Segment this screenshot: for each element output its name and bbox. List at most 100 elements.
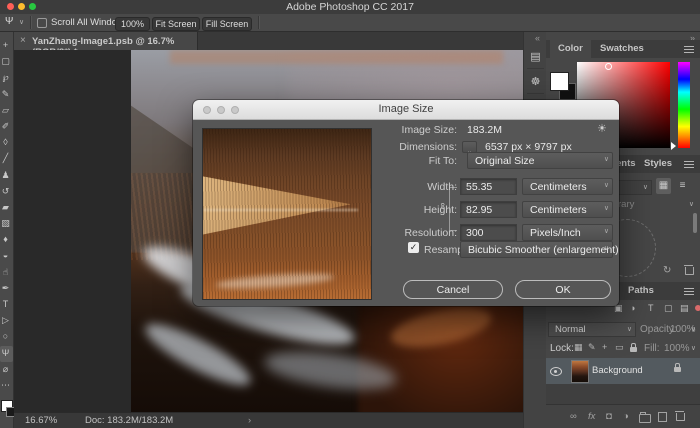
adjustment-layer-icon[interactable]: ◑ (623, 411, 629, 422)
marquee-tool-icon[interactable]: ▢ (0, 54, 13, 70)
type-tool-icon[interactable]: T (0, 297, 13, 313)
expand-dock-icon[interactable]: « (535, 33, 540, 43)
pen-tool-icon[interactable]: ✒ (0, 281, 13, 297)
width-label: Width: (347, 181, 457, 193)
tab-color[interactable]: Color (550, 40, 591, 58)
fill-value[interactable]: 100% (664, 343, 690, 355)
list-view-button[interactable]: ≡ (675, 178, 690, 194)
hand-tool-icon[interactable]: Ψ (0, 346, 13, 362)
layer-thumbnail[interactable] (571, 360, 589, 383)
dialog-titlebar[interactable]: Image Size (193, 100, 619, 120)
new-group-icon[interactable] (639, 414, 651, 423)
filter-smart-objects-icon[interactable]: ▤ (680, 303, 689, 314)
cancel-button[interactable]: Cancel (403, 280, 503, 299)
fit-to-dropdown[interactable]: Original Size ∨ (467, 152, 613, 169)
hue-slider-handle[interactable] (671, 142, 676, 150)
panel-menu-icon[interactable] (684, 161, 694, 168)
chevron-down-icon: ∨ (691, 345, 696, 353)
blend-mode-row: Normal ∨ Opacity: 100% ∨ (546, 322, 700, 338)
dimensions-label: Dimensions: (347, 141, 457, 153)
lock-position-icon[interactable]: + (602, 342, 607, 352)
history-brush-tool-icon[interactable]: ↺ (0, 184, 13, 200)
lock-pixels-icon[interactable]: ✎ (588, 342, 596, 353)
blend-mode-value: Normal (555, 324, 586, 335)
lock-row: Lock: ▦ ✎ + ▭ Fill: 100% ∨ (546, 342, 700, 356)
dodge-tool-icon[interactable]: ◒ (0, 248, 13, 264)
smudge-tool-icon[interactable]: ☝ (0, 265, 13, 281)
height-field[interactable]: 82.95 (460, 201, 517, 218)
zoom-tool-icon[interactable]: ⌀ (0, 362, 13, 378)
zoom-level-field[interactable]: 16.67% (25, 415, 57, 426)
filter-toggle-icon[interactable] (695, 305, 700, 311)
height-unit-dropdown[interactable]: Centimeters ∨ (522, 201, 613, 218)
photoshop-window: Adobe Photoshop CC 2017 Ψ ∨ Scroll All W… (0, 0, 700, 428)
quick-selection-tool-icon[interactable]: ✎ (0, 87, 13, 103)
zoom-100-button[interactable]: 100% (115, 17, 150, 31)
delete-layer-icon[interactable] (676, 413, 685, 421)
edit-toolbar-icon[interactable]: ⋯ (0, 378, 13, 394)
resample-dropdown[interactable]: Bicubic Smoother (enlargement) ∨ (460, 241, 613, 258)
lasso-tool-icon[interactable]: ℘ (0, 70, 13, 86)
color-marker[interactable] (605, 63, 612, 70)
eraser-tool-icon[interactable]: ▰ (0, 200, 13, 216)
resolution-field[interactable]: 300 (460, 224, 517, 241)
chevron-down-icon: ∨ (604, 205, 609, 213)
status-more-chevron-icon[interactable]: › (248, 415, 251, 426)
ok-button[interactable]: OK (515, 280, 611, 299)
healing-brush-tool-icon[interactable]: ◊ (0, 135, 13, 151)
resolution-value: 300 (466, 227, 484, 239)
filter-shape-layers-icon[interactable]: ▢ (664, 303, 673, 314)
document-tab[interactable]: × YanZhang-Image1.psb @ 16.7% (RGB/8*) * (14, 32, 198, 50)
path-selection-tool-icon[interactable]: ▷ (0, 313, 13, 329)
brush-tool-icon[interactable]: ╱ (0, 151, 13, 167)
divider (30, 16, 32, 29)
clone-stamp-tool-icon[interactable]: ♟ (0, 168, 13, 184)
visibility-eye-icon[interactable] (550, 367, 562, 376)
layer-mask-icon[interactable]: ◘ (606, 411, 612, 422)
lock-all-icon[interactable] (630, 347, 637, 352)
chevron-down-icon[interactable]: ∨ (19, 18, 24, 26)
height-label: Height: (347, 204, 457, 216)
shape-tool-icon[interactable]: ○ (0, 329, 13, 345)
resolution-unit-dropdown[interactable]: Pixels/Inch ∨ (522, 224, 613, 241)
navigator-panel-icon[interactable]: ☸ (527, 71, 544, 94)
grid-view-button[interactable]: ▦ (656, 178, 671, 194)
new-layer-icon[interactable] (658, 412, 667, 422)
lock-transparency-icon[interactable]: ▦ (574, 342, 583, 353)
width-field[interactable]: 55.35 (460, 178, 517, 195)
chevron-down-icon: ∨ (691, 326, 696, 334)
hue-slider[interactable] (678, 62, 690, 148)
lock-artboard-icon[interactable]: ▭ (615, 342, 624, 353)
close-tab-icon[interactable]: × (20, 35, 26, 46)
foreground-color-swatch[interactable] (550, 72, 569, 91)
tab-styles[interactable]: Styles (640, 155, 676, 173)
panel-menu-icon[interactable] (684, 288, 694, 295)
eyedropper-tool-icon[interactable]: ✐ (0, 119, 13, 135)
scrollbar-thumb[interactable] (693, 213, 697, 233)
sync-icon[interactable]: ↻ (663, 265, 671, 276)
link-layers-icon[interactable]: ∞ (570, 411, 577, 422)
resolution-unit-value: Pixels/Inch (530, 227, 581, 239)
fit-screen-button[interactable]: Fit Screen (152, 17, 200, 31)
history-panel-icon[interactable]: ▤ (527, 46, 544, 69)
color-panel-tabs: Color Swatches (546, 40, 700, 58)
tab-paths[interactable]: Paths (622, 282, 660, 300)
tab-swatches[interactable]: Swatches (592, 40, 652, 58)
panel-menu-icon[interactable] (684, 46, 694, 53)
move-tool-icon[interactable]: + (0, 38, 13, 54)
crop-tool-icon[interactable]: ▱ (0, 103, 13, 119)
scroll-all-windows-checkbox[interactable] (37, 18, 47, 28)
fill-screen-button[interactable]: Fill Screen (202, 17, 252, 31)
blur-tool-icon[interactable]: ♦ (0, 232, 13, 248)
resample-checkbox[interactable]: ✓ (408, 242, 419, 253)
layer-row-background[interactable]: Background (546, 358, 700, 384)
blend-mode-dropdown[interactable]: Normal ∨ (548, 322, 636, 337)
delete-icon[interactable] (685, 267, 694, 275)
filter-adjustment-layers-icon[interactable]: ◑ (630, 303, 635, 313)
gear-icon[interactable]: ☀ (597, 122, 607, 135)
gradient-tool-icon[interactable]: ▧ (0, 216, 13, 232)
layer-style-fx-icon[interactable]: fx (588, 411, 595, 422)
filter-type-layers-icon[interactable]: T (648, 303, 654, 313)
layer-name: Background (592, 365, 643, 376)
width-unit-dropdown[interactable]: Centimeters ∨ (522, 178, 613, 195)
